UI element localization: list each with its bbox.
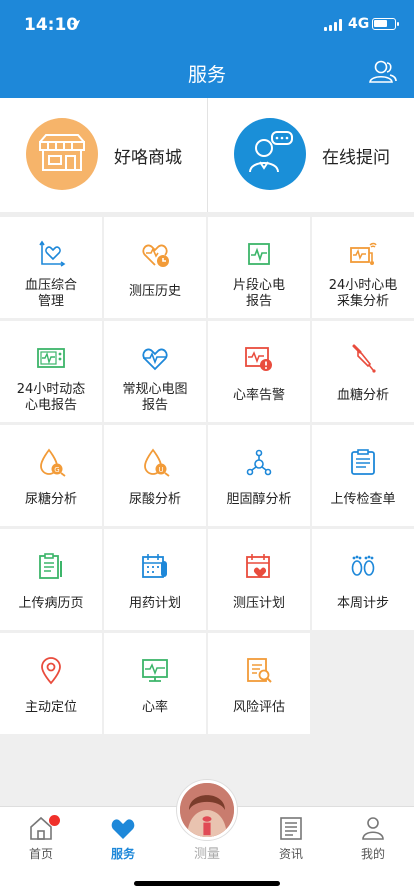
grid-item-weekly-steps[interactable]: 本周计步: [312, 529, 414, 630]
grid-label: 用药计划: [128, 596, 181, 611]
tab-profile[interactable]: 我的: [332, 807, 414, 867]
location-pin-icon: [41, 657, 61, 685]
grid-item-urine-sugar[interactable]: G 尿糖分析: [0, 425, 102, 526]
doctor-chat-icon: [234, 118, 306, 190]
grid-item-bp-management[interactable]: 血压综合 管理: [0, 217, 102, 318]
grid-item-bp-history[interactable]: 测压历史: [104, 217, 206, 318]
tab-home[interactable]: 首页: [0, 807, 82, 867]
profile-icon: [362, 817, 384, 840]
tab-news[interactable]: 资讯: [250, 807, 332, 867]
tab-label: 首页: [28, 847, 53, 861]
battery-icon: [372, 18, 399, 30]
grid-label: 测压计划: [232, 596, 285, 611]
news-icon: [280, 817, 302, 840]
heart-rate-monitor-icon: [142, 659, 168, 682]
grid-item-cholesterol[interactable]: 胆固醇分析: [208, 425, 310, 526]
notification-badge: [49, 815, 60, 826]
grid-item-uric-acid[interactable]: U 尿酸分析: [104, 425, 206, 526]
uric-acid-icon: U: [144, 448, 170, 477]
grid-label: 片段心电 报告: [232, 278, 285, 309]
grid-label: 上传检查单: [330, 492, 396, 507]
footprints-icon: [351, 555, 375, 576]
grid-label: 心率: [141, 700, 168, 715]
grid-item-upload-record[interactable]: 上传病历页: [0, 529, 102, 630]
grid-label: 本周计步: [336, 596, 389, 611]
grid-label: 血压综合 管理: [24, 278, 77, 309]
grid-item-regular-ecg[interactable]: 常规心电图 报告: [104, 321, 206, 422]
top-bar: 14:10 4G 服务: [0, 0, 414, 98]
grid-label: 胆固醇分析: [226, 492, 292, 507]
measure-avatar[interactable]: [177, 780, 237, 840]
grid-item-24h-ecg-collect[interactable]: 24小时心电 采集分析: [312, 217, 414, 318]
ecg-monitor-icon: [37, 348, 65, 368]
shop-entry[interactable]: 好咯商城: [0, 98, 207, 212]
cholesterol-molecule-icon: [246, 449, 272, 476]
grid-label: 风险评估: [232, 700, 285, 715]
grid-label: 测压历史: [128, 284, 181, 299]
grid-item-pressure-plan[interactable]: 测压计划: [208, 529, 310, 630]
users-icon[interactable]: [368, 60, 398, 84]
promo-row: 好咯商城 在线提问: [0, 98, 414, 212]
grid-item-heart-rate-alert[interactable]: 心率告警: [208, 321, 310, 422]
blood-pressure-heart-icon: [39, 240, 66, 267]
grid-label: 常规心电图 报告: [122, 382, 188, 413]
grid-label: 主动定位: [24, 700, 77, 715]
grid-label: 尿酸分析: [128, 492, 181, 507]
online-question-entry[interactable]: 在线提问: [207, 98, 414, 212]
svg-text:U: U: [158, 466, 163, 474]
heart-rate-alert-icon: [245, 347, 272, 371]
network-type: 4G: [348, 16, 370, 32]
blood-sugar-dropper-icon: [352, 344, 376, 373]
tab-label: 资讯: [278, 847, 303, 861]
medical-record-icon: [39, 553, 62, 579]
tab-service[interactable]: 服务: [82, 807, 164, 867]
grid-item-risk-assessment[interactable]: 风险评估: [208, 633, 310, 734]
grid-item-locate[interactable]: 主动定位: [0, 633, 102, 734]
pressure-calendar-icon: [246, 554, 270, 578]
grid-item-ecg-segment[interactable]: 片段心电 报告: [208, 217, 310, 318]
upload-checklist-icon: [351, 449, 375, 475]
tab-label: 服务: [110, 847, 135, 861]
heart-history-icon: [142, 244, 169, 267]
grid-item-heart-rate[interactable]: 心率: [104, 633, 206, 734]
heart-pulse-icon: [142, 348, 168, 371]
grid-item-blood-sugar[interactable]: 血糖分析: [312, 321, 414, 422]
ecg-segment-icon: [248, 243, 270, 265]
risk-assessment-icon: [247, 658, 272, 683]
grid-item-upload-checklist[interactable]: 上传检查单: [312, 425, 414, 526]
grid-item-medication-plan[interactable]: 用药计划: [104, 529, 206, 630]
grid-item-24h-dynamic-ecg[interactable]: 24小时动态 心电报告: [0, 321, 102, 422]
medication-calendar-icon: [142, 554, 167, 578]
grid-label: 尿糖分析: [24, 492, 77, 507]
urine-sugar-icon: G: [40, 448, 66, 477]
store-icon: [26, 118, 98, 190]
service-screen: 14:10 4G 服务 好咯商城 在线提问 血压综合 管理 测压历史 片段心电 …: [0, 0, 414, 896]
shop-label: 好咯商城: [114, 148, 182, 168]
tab-label: 我的: [360, 847, 385, 861]
grid-label: 24小时心电 采集分析: [328, 278, 398, 309]
heart-icon: [111, 819, 135, 839]
grid-label: 血糖分析: [336, 388, 389, 403]
location-arrow-icon: [70, 19, 81, 30]
page-title: 服务: [187, 64, 226, 86]
ecg-recorder-icon: [350, 242, 377, 265]
signal-icon: [324, 19, 344, 31]
grid-label: 上传病历页: [18, 596, 84, 611]
svg-text:G: G: [54, 466, 59, 474]
grid-label: 24小时动态 心电报告: [16, 382, 86, 413]
tab-label: 测量: [193, 847, 220, 862]
question-label: 在线提问: [322, 148, 390, 168]
grid-label: 心率告警: [232, 388, 285, 403]
home-indicator: [134, 881, 280, 886]
